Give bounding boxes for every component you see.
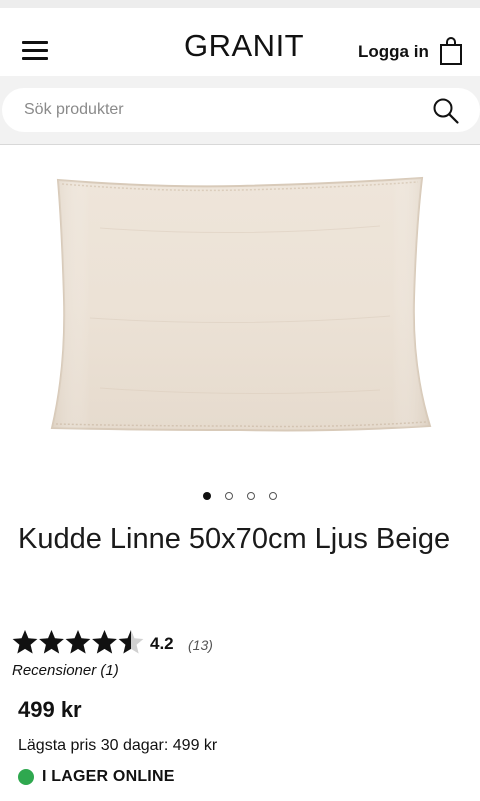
rating-value: 4.2: [150, 634, 174, 653]
shopping-bag-icon[interactable]: [439, 36, 463, 66]
brand-logo[interactable]: GRANIT: [184, 28, 304, 64]
gallery-pagination: [0, 490, 480, 502]
menu-line: [22, 49, 48, 52]
product-price: 499 kr: [18, 697, 82, 722]
star-filled-icon: [92, 630, 117, 654]
product-image[interactable]: [40, 168, 440, 438]
product-title: Kudde Linne 50x70cm Ljus Beige: [18, 523, 451, 555]
star-filled-icon: [39, 630, 64, 654]
header-divider: [0, 144, 480, 145]
hamburger-menu-icon[interactable]: [20, 39, 50, 63]
gallery-dot[interactable]: [225, 492, 233, 500]
gallery-dot[interactable]: [203, 492, 211, 500]
search-bar[interactable]: [2, 88, 480, 132]
search-input[interactable]: [24, 88, 404, 132]
stock-status-label: I LAGER ONLINE: [42, 768, 175, 785]
search-icon[interactable]: [432, 97, 460, 125]
reviews-link[interactable]: Recensioner (1): [12, 662, 119, 679]
gallery-dot[interactable]: [247, 492, 255, 500]
lowest-price-30-days: Lägsta pris 30 dagar: 499 kr: [18, 737, 218, 754]
gallery-dot[interactable]: [269, 492, 277, 500]
stock-status-icon: [18, 769, 34, 785]
top-strip: [0, 0, 480, 8]
menu-line: [22, 41, 48, 44]
rating-stars[interactable]: [12, 628, 144, 658]
star-filled-icon: [12, 630, 38, 654]
menu-line: [22, 57, 48, 60]
rating-count: (13): [188, 637, 213, 653]
login-link[interactable]: Logga in: [358, 42, 429, 62]
star-filled-icon: [65, 630, 91, 654]
